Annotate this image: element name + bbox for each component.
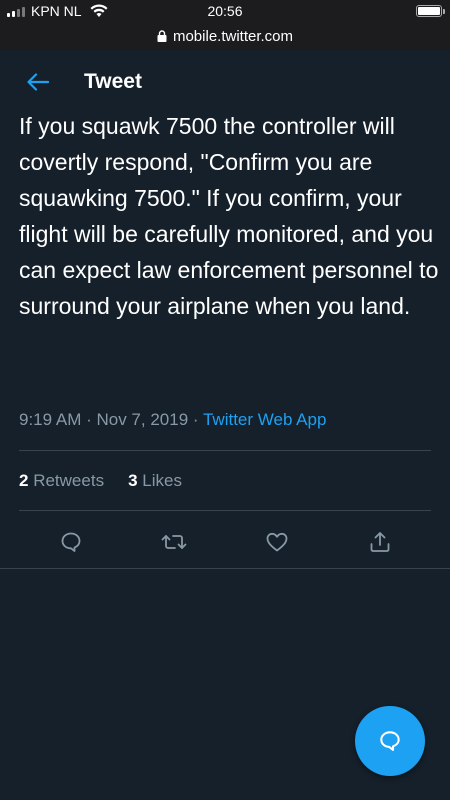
likes-stat[interactable]: 3 Likes: [128, 471, 182, 491]
retweets-stat[interactable]: 2 Retweets: [19, 471, 104, 491]
compose-message-icon: [380, 731, 400, 751]
retweet-button[interactable]: [154, 522, 194, 562]
reply-button[interactable]: [51, 522, 91, 562]
retweets-label: Retweets: [33, 471, 105, 490]
likes-count: 3: [128, 471, 138, 490]
divider: [0, 568, 450, 569]
tweet-stats: 2 Retweets 3 Likes: [19, 471, 182, 491]
likes-label: Likes: [142, 471, 182, 490]
browser-url-bar[interactable]: mobile.twitter.com: [0, 22, 450, 50]
tweet-timestamp[interactable]: 9:19 AM · Nov 7, 2019 ·: [19, 410, 203, 429]
tweet-action-bar: [19, 522, 431, 562]
page-title: Tweet: [84, 70, 142, 93]
app-header: Tweet: [0, 50, 450, 114]
tweet-meta: 9:19 AM · Nov 7, 2019 · Twitter Web App: [19, 410, 326, 430]
share-button[interactable]: [360, 522, 400, 562]
arrow-left-icon: [27, 73, 49, 91]
back-button[interactable]: [18, 62, 58, 102]
url-text: mobile.twitter.com: [172, 27, 294, 45]
like-button[interactable]: [257, 522, 297, 562]
status-bar: KPN NL 20:56: [0, 0, 450, 22]
retweets-count: 2: [19, 471, 29, 490]
reply-icon: [61, 532, 80, 552]
tweet-source-link[interactable]: Twitter Web App: [203, 410, 326, 429]
share-icon: [370, 532, 389, 552]
battery-icon: [416, 5, 445, 17]
retweet-icon: [161, 535, 186, 549]
compose-message-button[interactable]: [355, 706, 425, 776]
status-time: 20:56: [207, 3, 243, 19]
heart-icon: [266, 532, 287, 552]
divider: [19, 510, 431, 511]
tweet-text: If you squawk 7500 the controller will c…: [19, 113, 439, 319]
divider: [19, 450, 431, 451]
lock-icon: [157, 30, 167, 42]
